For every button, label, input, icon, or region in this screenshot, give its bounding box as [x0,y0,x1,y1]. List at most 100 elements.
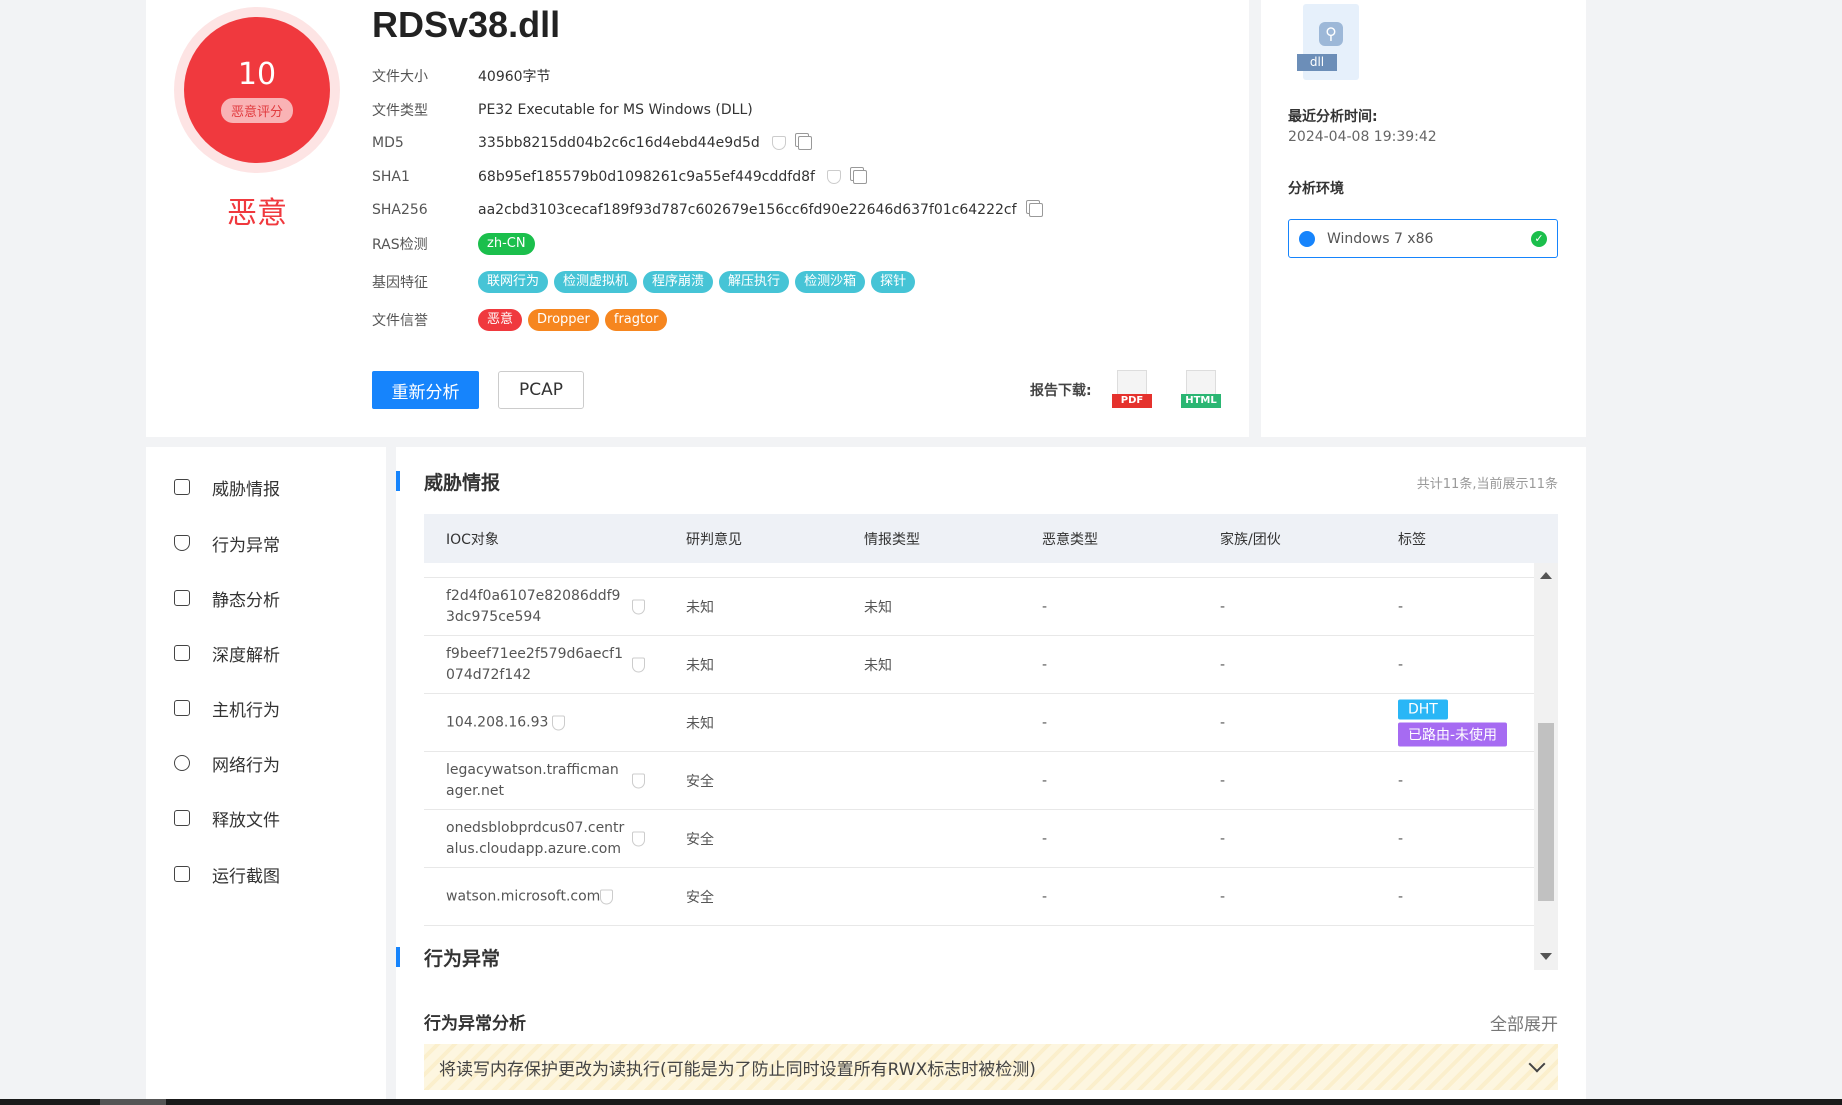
scroll-up-arrow-icon[interactable] [1540,572,1552,579]
table-row: legacywatson.trafficmanager.net 安全 - - - [424,752,1534,810]
taskbar-strip [0,1099,1842,1105]
family-cell: - [1220,598,1226,615]
info-label: SHA1 [372,169,410,185]
intel-lookup-icon[interactable] [632,657,645,672]
gene-tag[interactable]: 程序崩溃 [643,271,714,293]
intel-lookup-icon[interactable] [632,599,645,614]
table-row-partial [424,563,1534,578]
nav-item-network-behavior[interactable]: 网络行为 [174,751,280,776]
expand-all-link[interactable]: 全部展开 [1490,1010,1558,1035]
intel-lookup-icon[interactable] [632,831,645,846]
ioc-value[interactable]: 104.208.16.93 [446,712,626,733]
gene-tag[interactable]: 探针 [871,271,916,293]
ioc-table: IOC对象 研判意见 情报类型 恶意类型 家族/团伙 标签 f2d4f0a610… [424,514,1558,970]
ioc-value[interactable]: watson.microsoft.com [446,886,626,907]
family-cell: - [1220,714,1226,731]
table-row: f9beef71ee2f579d6aecf1074d72f142 未知 未知 -… [424,636,1534,694]
scroll-down-arrow-icon[interactable] [1540,953,1552,960]
pdf-band: PDF [1112,394,1152,408]
opinion-cell: 未知 [686,657,714,674]
ras-tag: zh-CN [478,233,535,255]
info-row-sha256: SHA256 aa2cbd3103cecaf189f93d787c602679e… [372,199,1043,221]
ioc-value[interactable]: f9beef71ee2f579d6aecf1074d72f142 [446,644,626,686]
section-title-threat-intel: 威胁情报 [424,472,501,494]
opinion-cell: 安全 [686,831,714,848]
behavior-analysis-subtitle: 行为异常分析 [424,1014,526,1034]
nav-item-threat-intel[interactable]: 威胁情报 [174,475,280,500]
windows-icon [1299,230,1315,247]
chevron-down-icon[interactable] [1528,1055,1546,1073]
nav-label: 威胁情报 [212,479,280,500]
nav-item-deep-analysis[interactable]: 深度解析 [174,641,280,666]
info-row-md5: MD5 335bb8215dd04b2c6c16d4ebd44e9d5d [372,132,812,154]
screenshot-icon [174,866,190,882]
route-tag: 已路由-未使用 [1398,722,1508,746]
pcap-button[interactable]: PCAP [498,371,584,409]
info-value: 40960字节 [478,69,551,85]
gene-tag[interactable]: 检测虚拟机 [554,271,638,293]
col-header-mal-type: 恶意类型 [1042,531,1098,548]
ioc-value[interactable]: legacywatson.trafficmanager.net [446,760,626,802]
opinion-cell: 安全 [686,773,714,790]
info-value[interactable]: aa2cbd3103cecaf189f93d787c602679e156cc6f… [478,202,1017,218]
family-cell: - [1220,888,1226,905]
analysis-meta-card: ⚲ dll 最近分析时间: 2024-04-08 19:39:42 分析环境 W… [1261,0,1586,437]
dht-tag: DHT [1398,699,1448,719]
nav-item-static-analysis[interactable]: 静态分析 [174,586,280,611]
nav-label: 网络行为 [212,755,280,776]
copy-icon[interactable] [1028,203,1043,217]
opinion-cell: 未知 [686,715,714,732]
col-header-tags: 标签 [1398,531,1426,548]
nav-label: 释放文件 [212,810,280,831]
tags-cell: - [1398,656,1404,673]
malicious-score-ring: 10 恶意评分 [174,7,340,173]
table-scrollbar[interactable] [1534,563,1558,970]
file-release-icon [174,810,190,826]
ioc-value[interactable]: f2d4f0a6107e82086ddf93dc975ce594 [446,586,626,628]
link-icon: ⚲ [1319,22,1343,46]
behavior-item[interactable]: 将读写内存保护更改为读执行(可能是为了防止同时设置所有RWX标志时被检测) [424,1044,1558,1090]
nav-item-behavior-anomaly[interactable]: 行为异常 [174,531,280,556]
html-band: HTML [1181,394,1221,408]
pdf-download-icon[interactable]: PDF [1112,370,1152,408]
copy-icon[interactable] [852,170,867,184]
mal-type-cell: - [1042,714,1048,731]
nav-item-released-files[interactable]: 释放文件 [174,806,280,831]
mal-type-cell: - [1042,830,1048,847]
gene-tag[interactable]: 联网行为 [478,271,549,293]
tags-cell: - [1398,888,1404,905]
html-download-icon[interactable]: HTML [1181,370,1221,408]
report-download-label: 报告下载: [1030,383,1092,399]
report-content: 威胁情报 共计11条,当前展示11条 IOC对象 研判意见 情报类型 恶意类型 … [396,447,1586,1105]
col-header-opinion: 研判意见 [686,531,742,548]
mal-type-cell: - [1042,772,1048,789]
info-label: 文件类型 [372,103,428,119]
table-row: f2d4f0a6107e82086ddf93dc975ce594 未知 未知 -… [424,578,1534,636]
intel-lookup-icon[interactable] [826,170,841,184]
last-analysis-time: 2024-04-08 19:39:42 [1288,129,1437,145]
gene-tag[interactable]: 解压执行 [719,271,790,293]
intel-lookup-icon[interactable] [771,136,786,150]
info-value[interactable]: 335bb8215dd04b2c6c16d4ebd44e9d5d [478,135,760,151]
analysis-env-option[interactable]: Windows 7 x86 ✓ [1288,219,1558,258]
nav-label: 行为异常 [212,535,280,556]
table-body[interactable]: f2d4f0a6107e82086ddf93dc975ce594 未知 未知 -… [424,563,1534,970]
intel-lookup-icon[interactable] [632,773,645,788]
reanalyze-button[interactable]: 重新分析 [372,371,479,409]
gene-tag[interactable]: 检测沙箱 [795,271,866,293]
scroll-thumb[interactable] [1538,723,1554,901]
nav-item-host-behavior[interactable]: 主机行为 [174,696,280,721]
ioc-value[interactable]: onedsblobprdcus07.centralus.cloudapp.azu… [446,818,626,860]
copy-icon[interactable] [797,136,812,150]
analysis-env-label: 分析环境 [1288,181,1344,197]
intel-type-cell: 未知 [864,657,892,674]
intel-lookup-icon[interactable] [600,889,613,904]
intel-lookup-icon[interactable] [552,715,565,730]
family-cell: - [1220,772,1226,789]
section-marker [396,947,400,967]
col-header-ioc: IOC对象 [446,531,499,548]
info-value[interactable]: 68b95ef185579b0d1098261c9a55ef449cddfd8f [478,169,815,185]
score-value: 10 [237,56,277,92]
nav-item-screenshots[interactable]: 运行截图 [174,862,280,887]
score-label: 恶意评分 [220,97,293,123]
